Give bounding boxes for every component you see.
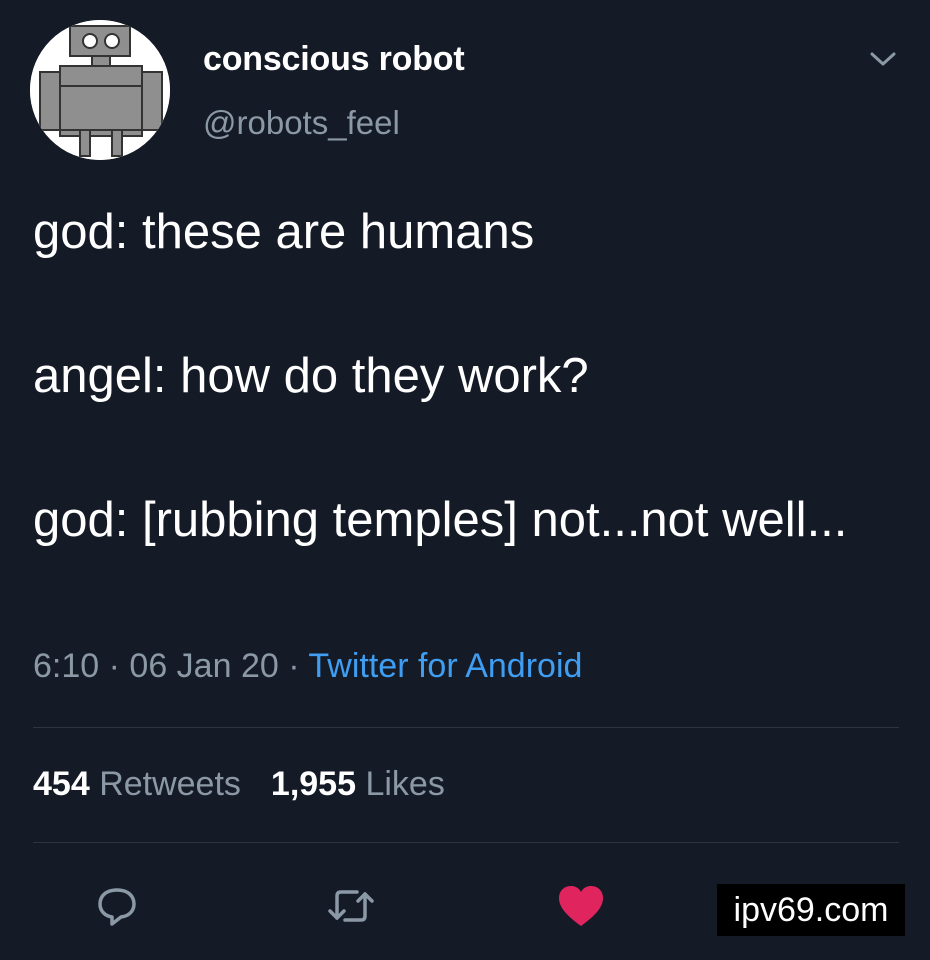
tweet-source-link[interactable]: Twitter for Android — [308, 647, 582, 685]
author-handle[interactable]: @robots_feel — [203, 104, 400, 142]
meta-separator: · — [288, 647, 300, 685]
avatar[interactable] — [30, 20, 170, 160]
divider — [33, 727, 899, 728]
tweet-time: 6:10 — [33, 647, 100, 685]
like-button[interactable] — [555, 880, 607, 932]
watermark: ipv69.com — [717, 884, 905, 936]
retweet-icon — [328, 890, 374, 922]
retweets-stat[interactable]: 454 Retweets — [33, 765, 241, 803]
divider — [33, 842, 899, 843]
likes-label: Likes — [365, 765, 445, 803]
likes-stat[interactable]: 1,955 Likes — [271, 765, 445, 803]
author-display-name[interactable]: conscious robot — [203, 40, 465, 79]
more-options-chevron-down-icon[interactable] — [866, 42, 900, 76]
tweet-meta: 6:10 · 06 Jan 20 · Twitter for Android — [33, 647, 582, 686]
tweet-text: god: these are humans angel: how do they… — [33, 205, 848, 547]
retweets-label: Retweets — [99, 765, 241, 803]
reply-button[interactable] — [91, 880, 143, 932]
tweet-card: conscious robot @robots_feel god: these … — [0, 0, 930, 960]
retweet-button[interactable] — [325, 880, 377, 932]
likes-count: 1,955 — [270, 765, 357, 803]
retweets-count: 454 — [33, 765, 90, 803]
tweet-stats: 454 Retweets 1,955 Likes — [33, 765, 445, 804]
meta-separator: · — [108, 647, 120, 685]
reply-icon — [98, 888, 136, 926]
heart-icon — [559, 886, 603, 926]
robot-avatar-image — [30, 20, 170, 160]
tweet-date: 06 Jan 20 — [129, 647, 279, 685]
